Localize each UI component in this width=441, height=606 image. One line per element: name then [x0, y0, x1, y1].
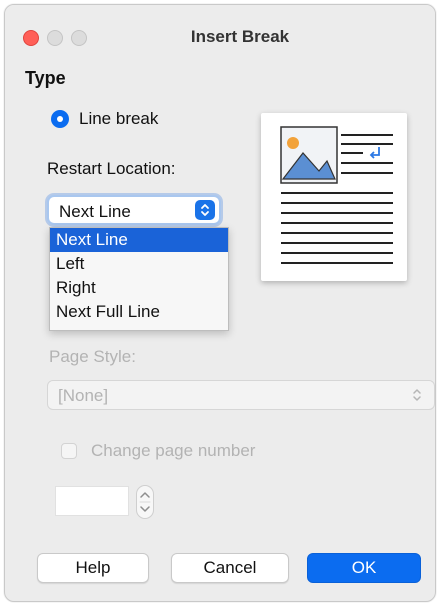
title-bar: Insert Break [5, 5, 435, 57]
line-break-radio[interactable] [51, 110, 69, 128]
dropdown-option-left[interactable]: Left [50, 252, 228, 276]
restart-location-label: Restart Location: [47, 159, 176, 178]
type-section-label: Type [25, 68, 66, 88]
line-break-radio-label[interactable]: Line break [79, 109, 158, 129]
line-break-preview-icon [261, 113, 407, 281]
change-page-number-label[interactable]: Change page number [91, 441, 255, 461]
dropdown-option-next-line[interactable]: Next Line [50, 228, 228, 252]
restart-location-value: Next Line [59, 202, 131, 221]
ok-button[interactable]: OK [307, 553, 421, 583]
page-style-label: Page Style: [49, 347, 136, 366]
cancel-button[interactable]: Cancel [171, 553, 289, 583]
page-number-input[interactable] [55, 486, 129, 516]
page-style-select[interactable]: [None] [47, 380, 435, 410]
page-style-value: [None] [58, 386, 109, 405]
dropdown-option-next-full-line[interactable]: Next Full Line [50, 300, 228, 324]
window-title: Insert Break [190, 27, 290, 46]
up-down-chevrons-icon[interactable] [195, 200, 215, 220]
dropdown-option-right[interactable]: Right [50, 276, 228, 300]
change-page-number-row[interactable]: Change page number [61, 441, 255, 461]
help-button[interactable]: Help [37, 553, 149, 583]
restart-location-select[interactable]: Next Line [47, 195, 221, 225]
restart-location-dropdown-list: Next Line Left Right Next Full Line [49, 227, 229, 331]
page-number-stepper[interactable] [136, 485, 154, 519]
page-style-chevrons-icon [412, 388, 422, 407]
line-break-radio-row[interactable]: Line break [51, 109, 158, 129]
insert-break-dialog: Insert Break Type Line break Restart Loc… [4, 4, 436, 602]
change-page-number-checkbox[interactable] [61, 443, 77, 459]
